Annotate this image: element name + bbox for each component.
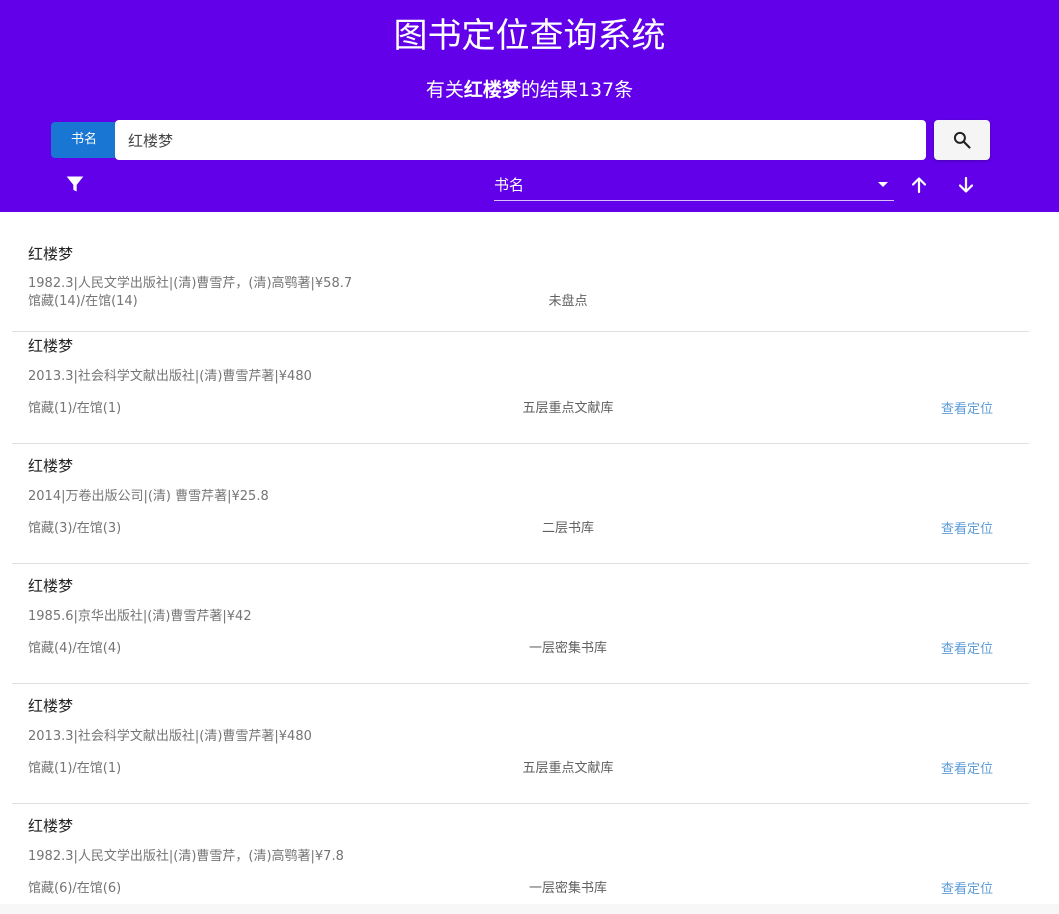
book-title: 红楼梦	[28, 577, 74, 595]
app-header: 图书定位查询系统 有关红楼梦的结果137条 书名 书名	[0, 0, 1059, 212]
book-location: 一层密集书库	[528, 641, 607, 656]
list-item[interactable]: 红楼梦 2013.3|社会科学文献出版社|(清)曹雪芹著|¥480 馆藏(1)/…	[12, 684, 1029, 804]
view-location-link[interactable]: 查看定位	[941, 641, 993, 659]
book-location: 一层密集书库	[528, 881, 607, 896]
book-meta: 1985.6|京华出版社|(清)曹雪芹著|¥42	[28, 609, 252, 624]
book-title: 红楼梦	[28, 457, 74, 475]
search-input[interactable]	[115, 120, 926, 160]
book-meta: 1982.3|人民文学出版社|(清)曹雪芹，(清)高鹗著|¥7.8	[28, 849, 344, 864]
search-field-type-button[interactable]: 书名	[51, 122, 117, 158]
search-button[interactable]	[934, 120, 990, 160]
list-item[interactable]: 红楼梦 2014|万卷出版公司|(清) 曹雪芹著|¥25.8 馆藏(3)/在馆(…	[12, 444, 1029, 564]
book-title: 红楼梦	[28, 337, 74, 355]
filter-icon[interactable]	[65, 174, 85, 194]
app-title: 图书定位查询系统	[393, 16, 666, 56]
book-location: 五层重点文献库	[522, 761, 614, 776]
result-count-text: 的结果137条	[520, 79, 634, 101]
book-location: 二层书库	[541, 521, 594, 536]
results-list: 红楼梦 1982.3|人民文学出版社|(清)曹雪芹，(清)高鹗著|¥58.7 馆…	[0, 212, 1059, 914]
book-holdings: 馆藏(3)/在馆(3)	[28, 521, 122, 536]
search-icon	[953, 131, 971, 149]
book-holdings: 馆藏(1)/在馆(1)	[28, 401, 122, 416]
result-summary: 有关红楼梦的结果137条	[0, 76, 1059, 104]
list-item[interactable]: 红楼梦 2013.3|社会科学文献出版社|(清)曹雪芹著|¥480 馆藏(1)/…	[12, 324, 1029, 444]
book-holdings: 馆藏(1)/在馆(1)	[28, 761, 122, 776]
arrow-up-icon	[911, 177, 927, 194]
book-title: 红楼梦	[28, 245, 74, 263]
sort-field-select[interactable]: 书名	[494, 170, 894, 201]
view-location-link[interactable]: 查看定位	[941, 761, 993, 779]
book-holdings: 馆藏(4)/在馆(4)	[28, 641, 122, 656]
list-item[interactable]: 红楼梦 1982.3|人民文学出版社|(清)曹雪芹，(清)高鹗著|¥7.8 馆藏…	[12, 804, 1029, 914]
list-item[interactable]: 红楼梦 1985.6|京华出版社|(清)曹雪芹著|¥42 馆藏(4)/在馆(4)…	[12, 564, 1029, 684]
sort-descending-button[interactable]	[954, 173, 978, 197]
book-holdings: 馆藏(6)/在馆(6)	[28, 881, 122, 896]
bottom-edge	[0, 904, 1059, 914]
book-location: 五层重点文献库	[522, 401, 614, 416]
book-meta: 2013.3|社会科学文献出版社|(清)曹雪芹著|¥480	[28, 369, 312, 384]
view-location-link[interactable]: 查看定位	[941, 401, 993, 419]
book-meta: 2014|万卷出版公司|(清) 曹雪芹著|¥25.8	[28, 489, 269, 504]
book-meta: 1982.3|人民文学出版社|(清)曹雪芹，(清)高鹗著|¥58.7	[28, 276, 353, 291]
list-item[interactable]: 红楼梦 1982.3|人民文学出版社|(清)曹雪芹，(清)高鹗著|¥58.7 馆…	[12, 212, 1029, 332]
chevron-down-icon	[878, 182, 888, 187]
result-prefix: 有关	[425, 79, 464, 101]
book-location: 未盘点	[548, 294, 588, 309]
sort-field-value: 书名	[494, 176, 525, 194]
view-location-link[interactable]: 查看定位	[941, 521, 993, 539]
book-meta: 2013.3|社会科学文献出版社|(清)曹雪芹著|¥480	[28, 729, 312, 744]
book-holdings: 馆藏(14)/在馆(14)	[28, 294, 138, 309]
book-title: 红楼梦	[28, 817, 74, 835]
book-title: 红楼梦	[28, 697, 74, 715]
sort-ascending-button[interactable]	[907, 173, 931, 197]
view-location-link[interactable]: 查看定位	[941, 881, 993, 899]
arrow-down-icon	[958, 176, 974, 193]
result-query: 红楼梦	[463, 79, 521, 101]
